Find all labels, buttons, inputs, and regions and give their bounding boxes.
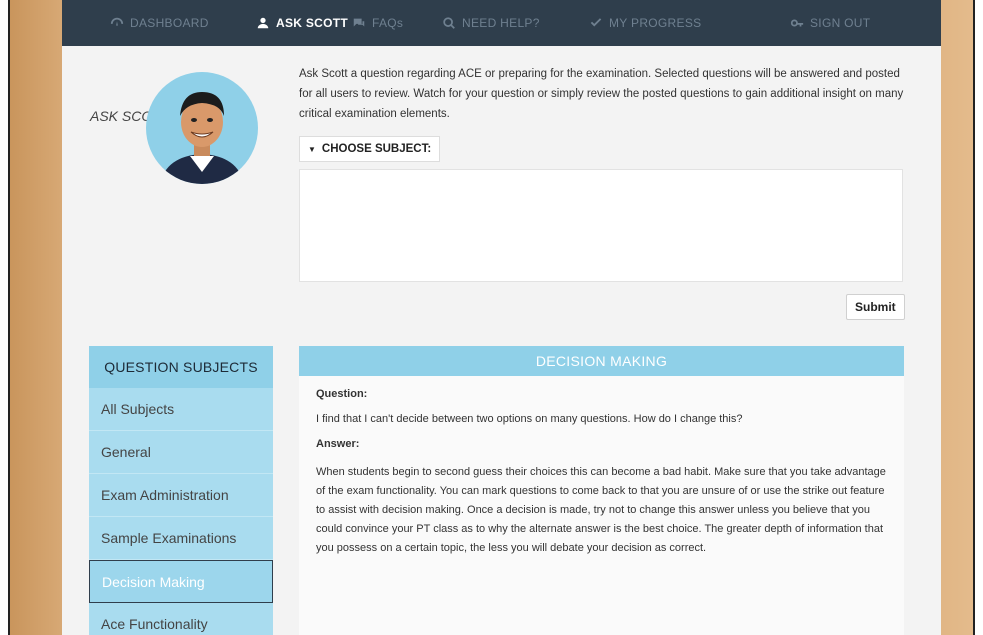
caret-down-icon: ▼ [308, 144, 316, 154]
dashboard-icon [110, 17, 124, 26]
nav-need-help-label: NEED HELP? [462, 16, 540, 30]
question-textarea[interactable] [299, 169, 903, 282]
sidebar-item-general[interactable]: General [89, 431, 273, 474]
nav-need-help[interactable]: NEED HELP? [442, 0, 540, 46]
nav-sign-out-label: SIGN OUT [810, 16, 871, 30]
main-panel: DASHBOARD ASK SCOTT FAQs NEED HELP? MY P… [62, 0, 941, 635]
answer-panel-title: DECISION MAKING [299, 346, 904, 376]
question-label: Question: [316, 388, 368, 400]
nav-my-progress-label: MY PROGRESS [609, 16, 702, 30]
sidebar-item-ace-functionality[interactable]: Ace Functionality [89, 603, 273, 635]
question-text: I find that I can't decide between two o… [316, 413, 743, 425]
cartoon-portrait [160, 92, 244, 184]
answer-panel: DECISION MAKING Question: I find that I … [299, 346, 904, 635]
sidebar-item-exam-administration[interactable]: Exam Administration [89, 474, 273, 517]
answer-label: Answer: [316, 438, 360, 450]
top-navbar: DASHBOARD ASK SCOTT FAQs NEED HELP? MY P… [62, 0, 941, 46]
choose-subject-label: CHOOSE SUBJECT: [321, 143, 432, 155]
nav-dashboard[interactable]: DASHBOARD [110, 0, 209, 46]
ask-intro-text: Ask Scott a question regarding ACE or pr… [299, 68, 904, 120]
nav-ask-scott-label: ASK SCOTT [276, 16, 349, 30]
nav-my-progress[interactable]: MY PROGRESS [589, 0, 701, 46]
nav-sign-out[interactable]: SIGN OUT [790, 0, 870, 46]
question-subjects-sidebar: QUESTION SUBJECTS All Subjects General E… [89, 346, 273, 635]
nav-faqs[interactable]: FAQs [352, 0, 403, 46]
sidebar-item-sample-examinations[interactable]: Sample Examinations [89, 517, 273, 560]
check-icon [590, 18, 602, 27]
scott-avatar [146, 72, 258, 184]
sidebar-title: QUESTION SUBJECTS [89, 346, 273, 388]
answer-panel-body: Question: I find that I can't decide bet… [299, 376, 904, 558]
answer-text: When students begin to second guess thei… [316, 466, 886, 554]
sidebar-item-decision-making[interactable]: Decision Making [89, 560, 273, 603]
submit-button[interactable]: Submit [846, 294, 905, 320]
nav-dashboard-label: DASHBOARD [130, 16, 209, 30]
choose-subject-dropdown[interactable]: ▼ CHOOSE SUBJECT: [299, 136, 441, 162]
nav-faqs-label: FAQs [372, 16, 404, 30]
wood-background: DASHBOARD ASK SCOTT FAQs NEED HELP? MY P… [8, 0, 975, 635]
nav-ask-scott[interactable]: ASK SCOTT [256, 0, 348, 46]
sidebar-item-all-subjects[interactable]: All Subjects [89, 388, 273, 431]
search-icon [443, 17, 455, 29]
user-group-icon [257, 17, 269, 29]
key-icon [790, 19, 804, 27]
chat-icon [353, 18, 365, 27]
